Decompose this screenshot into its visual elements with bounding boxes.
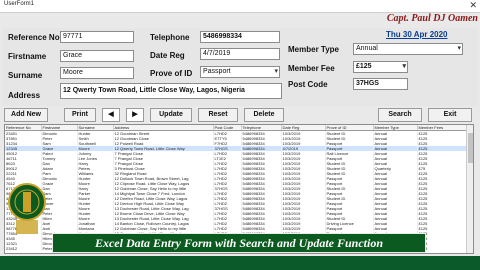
delete-button[interactable]: Delete <box>244 108 284 122</box>
member-type-label: Member Type <box>288 45 339 54</box>
update-button[interactable]: Update <box>150 108 192 122</box>
firstname-label: Firstname <box>8 52 47 61</box>
member-type-select[interactable]: Annual ▾ <box>353 43 463 55</box>
surname-label: Surname <box>8 71 43 80</box>
reference-no-label: Reference No <box>8 33 60 42</box>
next-record-button[interactable]: ▶ <box>126 108 144 122</box>
userform-window: UserForm1 ✕ Capt. Paul DJ Oamen Referenc… <box>0 0 480 270</box>
surname-input[interactable]: Moore <box>60 67 134 79</box>
prove-of-id-label: Prove of ID <box>150 69 193 78</box>
window-title: UserForm1 <box>4 1 35 7</box>
footer-strip <box>0 256 480 270</box>
previous-record-button[interactable]: ◀ <box>102 108 120 122</box>
current-date: Thu 30 Apr 2020 <box>386 30 448 39</box>
print-button[interactable]: Print <box>64 108 96 122</box>
chevron-down-icon[interactable]: ▾ <box>402 62 406 72</box>
post-code-input[interactable]: 37HGS <box>353 78 408 90</box>
reference-no-input[interactable]: 97771 <box>60 31 134 43</box>
firstname-input[interactable]: Grace <box>60 50 134 62</box>
vertical-scrollbar[interactable] <box>466 125 473 253</box>
author-name: Capt. Paul DJ Oamen <box>386 13 478 24</box>
reset-button[interactable]: Reset <box>198 108 238 122</box>
date-reg-label: Date Reg <box>150 51 185 60</box>
telephone-label: Telephone <box>150 33 190 42</box>
search-button[interactable]: Search <box>378 108 422 122</box>
date-reg-input[interactable]: 4/7/2019 <box>200 48 280 60</box>
address-label: Address <box>8 91 41 100</box>
exit-button[interactable]: Exit <box>428 108 472 122</box>
prove-of-id-select[interactable]: Passport ▾ <box>200 66 280 78</box>
member-fee-value: £125 <box>356 63 372 70</box>
post-code-label: Post Code <box>288 80 328 89</box>
emblem-logo-icon <box>8 183 46 234</box>
prove-of-id-value: Passport <box>203 68 231 75</box>
toolbar: Add New Print ◀ ▶ Update Reset Delete Se… <box>2 108 478 122</box>
add-new-button[interactable]: Add New <box>4 108 48 122</box>
member-fee-label: Member Fee <box>288 64 335 73</box>
chevron-down-icon[interactable]: ▾ <box>274 67 278 77</box>
address-input[interactable]: 12 Qwerty Town Road, Little Close Way, L… <box>60 83 282 99</box>
member-fee-select[interactable]: £125 ▾ <box>353 61 408 73</box>
chevron-down-icon[interactable]: ▾ <box>457 44 461 54</box>
title-bar: UserForm1 ✕ <box>0 0 480 13</box>
member-type-value: Annual <box>356 45 378 52</box>
telephone-input[interactable]: 5486998334 <box>200 31 280 43</box>
title-banner: Excel Data Entry Form with Search and Up… <box>52 233 426 253</box>
table-cell: 23412 <box>5 246 42 251</box>
close-icon[interactable]: ✕ <box>469 0 477 11</box>
scrollbar-thumb[interactable] <box>468 133 473 163</box>
